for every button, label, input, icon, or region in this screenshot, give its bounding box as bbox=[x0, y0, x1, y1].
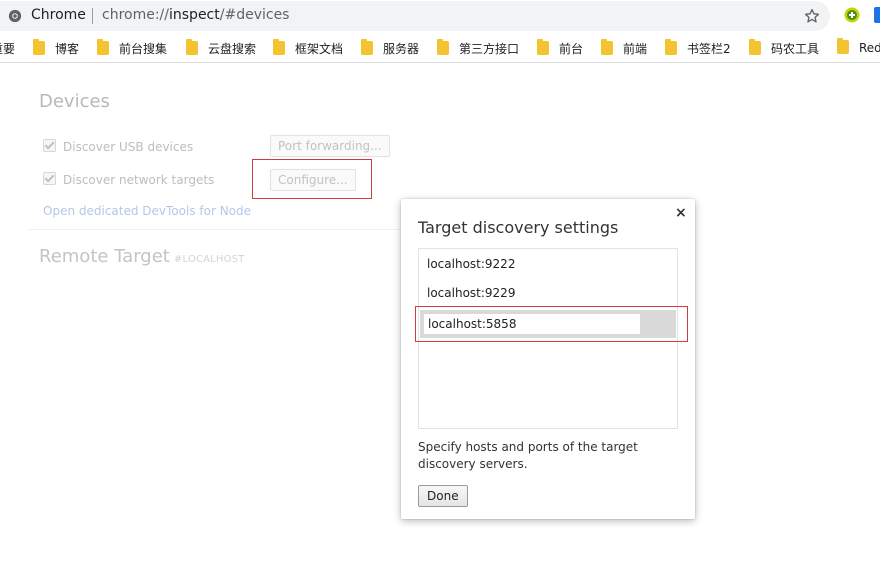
bookmark-item[interactable]: 前端 bbox=[601, 39, 648, 56]
dialog-help-text: Specify hosts and ports of the target di… bbox=[418, 440, 638, 471]
bookmarks-bar: 重要 博客 前台搜集 云盘搜索 框架文档 服务器 第三方接口 前台 前端 书签栏… bbox=[0, 34, 880, 63]
folder-icon bbox=[665, 39, 677, 55]
extension-icon-partial[interactable] bbox=[874, 7, 880, 23]
bookmark-label: Red bbox=[859, 41, 880, 55]
bookmark-item[interactable]: 云盘搜索 bbox=[186, 39, 257, 56]
remote-target-heading: Remote Target #LOCALHOST bbox=[39, 246, 245, 267]
bookmark-label: 框架文档 bbox=[295, 42, 344, 56]
bookmark-item[interactable]: 前台 bbox=[537, 39, 584, 56]
folder-icon bbox=[361, 39, 373, 55]
omnibox-app-name: Chrome bbox=[31, 7, 86, 23]
bookmark-item[interactable]: 前台搜集 bbox=[97, 39, 168, 56]
folder-icon bbox=[749, 39, 761, 55]
bookmark-item[interactable]: 书签栏2 bbox=[665, 39, 731, 56]
bookmark-label: 码农工具 bbox=[771, 42, 820, 56]
bookmark-item[interactable]: 服务器 bbox=[361, 39, 420, 56]
target-discovery-dialog: × Target discovery settings localhost:92… bbox=[401, 199, 695, 519]
target-list-item[interactable]: localhost:9229 bbox=[427, 286, 515, 300]
bookmark-item[interactable]: 框架文档 bbox=[273, 39, 344, 56]
bookmark-label: 重要 bbox=[0, 42, 16, 56]
folder-icon bbox=[33, 39, 45, 55]
network-discovery-row: Discover network targets bbox=[43, 172, 214, 187]
close-icon[interactable]: × bbox=[675, 205, 687, 221]
devices-heading: Devices bbox=[39, 91, 110, 112]
usb-discovery-label: Discover USB devices bbox=[63, 140, 194, 154]
bookmark-star-icon[interactable] bbox=[803, 7, 821, 25]
remote-target-tag: #LOCALHOST bbox=[173, 254, 245, 265]
bookmark-item[interactable]: 码农工具 bbox=[749, 39, 820, 56]
folder-icon bbox=[837, 38, 849, 54]
folder-icon bbox=[97, 39, 109, 55]
browser-toolbar: Chrome chrome://inspect/#devices bbox=[0, 0, 880, 32]
bookmark-item[interactable]: 重要 bbox=[0, 40, 15, 56]
folder-icon bbox=[186, 39, 198, 55]
dialog-title: Target discovery settings bbox=[418, 218, 619, 237]
usb-discovery-checkbox[interactable] bbox=[43, 139, 56, 152]
done-button[interactable]: Done bbox=[418, 485, 468, 507]
bookmark-label: 前端 bbox=[623, 42, 648, 56]
port-forwarding-button[interactable]: Port forwarding... bbox=[270, 135, 390, 157]
network-discovery-label: Discover network targets bbox=[63, 173, 215, 187]
edit-row-highlight-box bbox=[415, 306, 688, 342]
omnibox[interactable]: Chrome chrome://inspect/#devices bbox=[0, 1, 830, 31]
bookmark-label: 书签栏2 bbox=[687, 42, 731, 56]
network-discovery-checkbox[interactable] bbox=[43, 172, 56, 185]
bookmark-item[interactable]: 博客 bbox=[33, 39, 80, 56]
bookmark-label: 第三方接口 bbox=[459, 42, 520, 56]
folder-icon bbox=[437, 39, 449, 55]
usb-discovery-row: Discover USB devices bbox=[43, 139, 193, 154]
url-scheme: chrome:// bbox=[102, 7, 169, 23]
remote-target-title: Remote Target bbox=[39, 246, 170, 267]
omnibox-url[interactable]: chrome://inspect/#devices bbox=[102, 7, 289, 23]
chrome-icon bbox=[8, 9, 22, 23]
bookmark-item[interactable]: 第三方接口 bbox=[437, 39, 520, 56]
bookmark-label: 前台 bbox=[559, 42, 584, 56]
bookmark-label: 博客 bbox=[55, 42, 80, 56]
extension-icon[interactable] bbox=[844, 7, 860, 23]
folder-icon bbox=[537, 39, 549, 55]
target-list-item[interactable]: localhost:9222 bbox=[427, 257, 515, 271]
node-devtools-link[interactable]: Open dedicated DevTools for Node bbox=[43, 204, 251, 218]
bookmark-label: 服务器 bbox=[383, 42, 420, 56]
omnibox-separator bbox=[92, 8, 93, 24]
bookmark-label: 云盘搜索 bbox=[208, 42, 257, 56]
configure-highlight-box bbox=[252, 159, 372, 199]
url-path: /#devices bbox=[219, 7, 290, 23]
folder-icon bbox=[601, 39, 613, 55]
bookmark-item[interactable]: Red bbox=[837, 38, 880, 56]
section-divider bbox=[28, 229, 400, 230]
url-host: inspect bbox=[169, 7, 220, 23]
bookmark-label: 前台搜集 bbox=[119, 42, 168, 56]
folder-icon bbox=[273, 39, 285, 55]
